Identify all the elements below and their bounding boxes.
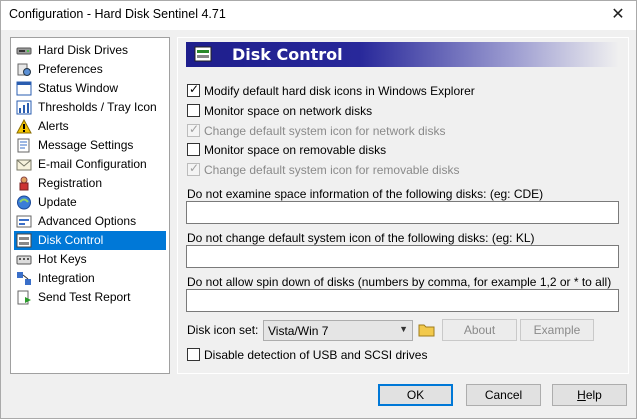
sidebar-item-label: Preferences bbox=[38, 62, 103, 76]
advanced-options-icon bbox=[16, 215, 32, 228]
page-title: Disk Control bbox=[232, 45, 343, 64]
checkbox-box bbox=[187, 161, 200, 176]
disk-control-icon bbox=[194, 46, 212, 62]
checkbox-label: Change default system icon for removable… bbox=[204, 163, 460, 177]
preferences-icon bbox=[17, 63, 31, 76]
sidebar-item-disk-control[interactable]: Disk Control bbox=[14, 231, 166, 250]
integration-icon bbox=[17, 272, 31, 285]
sidebar-item-advanced-options[interactable]: Advanced Options bbox=[14, 212, 166, 231]
checkbox-box[interactable] bbox=[187, 143, 200, 156]
spin-down-input[interactable] bbox=[186, 289, 619, 312]
sidebar-item-label: Alerts bbox=[38, 119, 69, 133]
checkbox-box[interactable] bbox=[187, 348, 200, 361]
icon-set-label: Disk icon set: bbox=[187, 323, 259, 337]
email-icon bbox=[16, 159, 32, 171]
exclude-space-input[interactable] bbox=[186, 201, 619, 224]
checkbox-label: Disable detection of USB and SCSI drives bbox=[204, 348, 428, 362]
sidebar-item-hard-disk-drives[interactable]: Hard Disk Drives bbox=[14, 41, 166, 60]
sidebar-item-status-window[interactable]: Status Window bbox=[14, 79, 166, 98]
sidebar-item-email-configuration[interactable]: E-mail Configuration bbox=[14, 155, 166, 174]
sidebar-item-label: Integration bbox=[38, 271, 95, 285]
sidebar-item-alerts[interactable]: Alerts bbox=[14, 117, 166, 136]
alert-icon bbox=[16, 119, 32, 134]
checkbox-label: Monitor space on removable disks bbox=[204, 143, 387, 157]
checkbox-box bbox=[187, 122, 200, 137]
checkbox-label: Change default system icon for network d… bbox=[204, 124, 446, 138]
disk-control-panel: Disk Control Modify default hard disk ic… bbox=[177, 37, 629, 374]
help-button[interactable]: Help bbox=[552, 384, 627, 406]
sidebar-item-label: Disk Control bbox=[38, 233, 104, 247]
exclude-icon-input[interactable] bbox=[186, 245, 619, 268]
send-report-icon bbox=[17, 290, 31, 305]
sidebar-item-label: Status Window bbox=[38, 81, 119, 95]
sidebar-item-label: Update bbox=[38, 195, 77, 209]
help-mnemonic: H bbox=[577, 388, 586, 402]
sidebar-item-message-settings[interactable]: Message Settings bbox=[14, 136, 166, 155]
about-button[interactable]: About bbox=[442, 319, 517, 341]
sidebar-item-label: Thresholds / Tray Icon bbox=[38, 100, 157, 114]
checkbox-label: Modify default hard disk icons in Window… bbox=[204, 84, 475, 98]
sidebar-item-label: Hard Disk Drives bbox=[38, 43, 129, 57]
exclude-space-label: Do not examine space information of the … bbox=[187, 187, 544, 201]
configuration-window: Configuration - Hard Disk Sentinel 4.71 … bbox=[0, 0, 637, 419]
checkbox-box[interactable] bbox=[187, 104, 200, 117]
sidebar-item-label: Registration bbox=[38, 176, 103, 190]
title-bar: Configuration - Hard Disk Sentinel 4.71 … bbox=[1, 1, 636, 30]
update-icon bbox=[17, 195, 31, 210]
cancel-button[interactable]: Cancel bbox=[466, 384, 541, 406]
sidebar-item-update[interactable]: Update bbox=[14, 193, 166, 212]
disk-control-icon bbox=[16, 233, 32, 248]
sidebar-item-label: Message Settings bbox=[38, 138, 134, 152]
sidebar-item-send-test-report[interactable]: Send Test Report bbox=[14, 288, 166, 307]
sidebar-item-registration[interactable]: Registration bbox=[14, 174, 166, 193]
sidebar: Hard Disk Drives Preferences Status Wind… bbox=[10, 37, 170, 374]
sidebar-item-label: Hot Keys bbox=[38, 252, 87, 266]
icon-set-value: Vista/Win 7 bbox=[268, 324, 329, 338]
sidebar-item-thresholds[interactable]: Thresholds / Tray Icon bbox=[14, 98, 166, 117]
sidebar-item-label: E-mail Configuration bbox=[38, 157, 147, 171]
sidebar-item-label: Send Test Report bbox=[38, 290, 131, 304]
hard-disk-icon bbox=[16, 47, 32, 55]
thresholds-icon bbox=[16, 100, 32, 115]
sidebar-item-label: Advanced Options bbox=[38, 214, 137, 228]
checkbox-box[interactable] bbox=[187, 82, 200, 97]
icon-set-dropdown[interactable]: Vista/Win 7 ▼ bbox=[263, 320, 413, 341]
checkbox-label: Monitor space on network disks bbox=[204, 104, 373, 118]
help-label: elp bbox=[585, 388, 602, 402]
message-icon bbox=[17, 138, 30, 153]
chevron-down-icon: ▼ bbox=[399, 324, 408, 334]
exclude-icon-label: Do not change default system icon of the… bbox=[187, 231, 535, 245]
hot-keys-icon bbox=[16, 255, 32, 265]
sidebar-item-preferences[interactable]: Preferences bbox=[14, 60, 166, 79]
sidebar-item-integration[interactable]: Integration bbox=[14, 269, 166, 288]
window-title: Configuration - Hard Disk Sentinel 4.71 bbox=[9, 7, 226, 21]
registration-icon bbox=[19, 176, 29, 191]
example-button[interactable]: Example bbox=[520, 319, 594, 341]
status-window-icon bbox=[16, 81, 32, 96]
spin-down-label: Do not allow spin down of disks (numbers… bbox=[187, 275, 612, 289]
panel-header: Disk Control bbox=[186, 42, 619, 67]
folder-icon[interactable] bbox=[418, 321, 436, 338]
ok-button[interactable]: OK bbox=[378, 384, 453, 406]
close-icon[interactable]: ✕ bbox=[608, 5, 628, 25]
sidebar-item-hot-keys[interactable]: Hot Keys bbox=[14, 250, 166, 269]
